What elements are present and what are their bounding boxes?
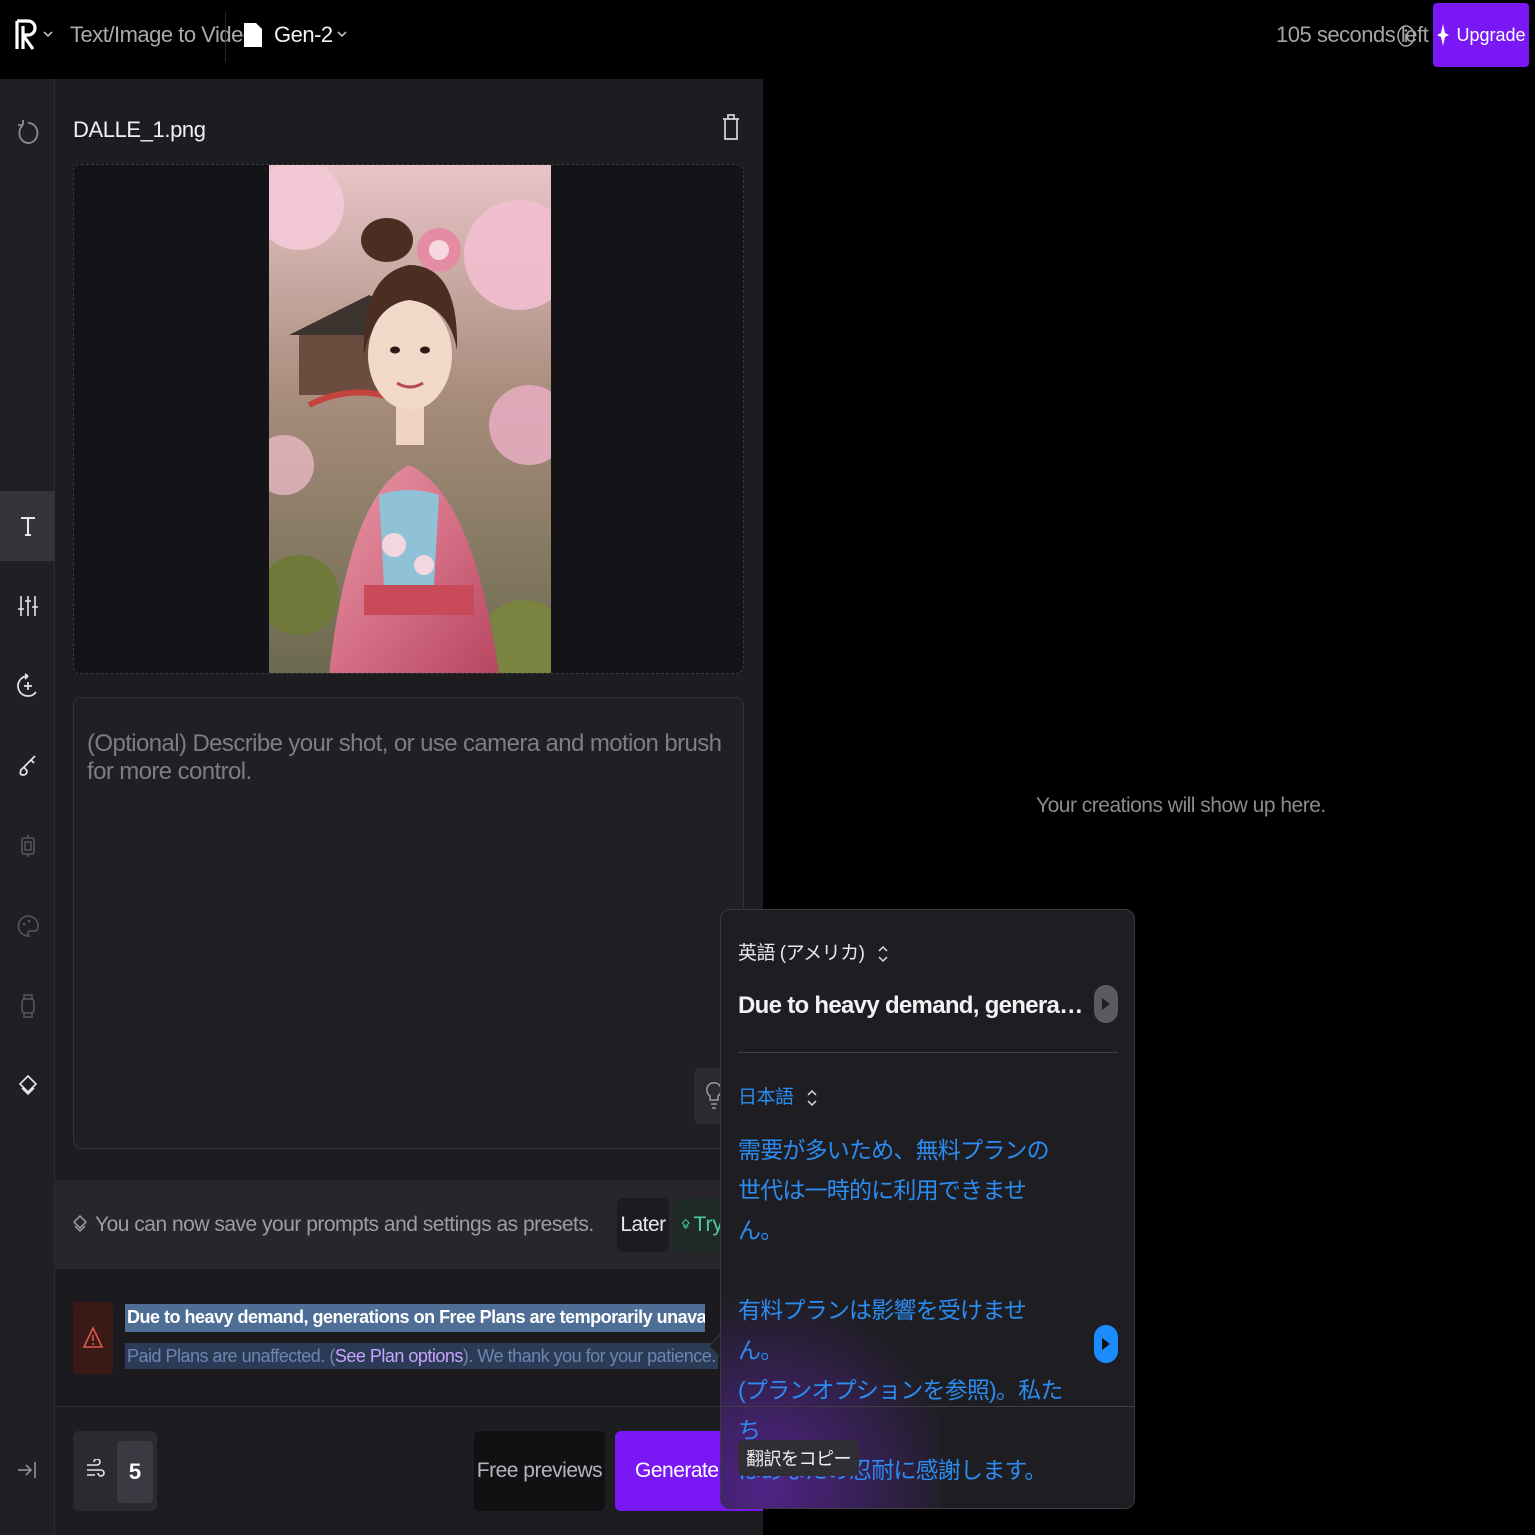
palette-icon — [17, 915, 39, 937]
rail-upscale-tab[interactable] — [0, 811, 55, 881]
plan-options-link[interactable]: See Plan options — [335, 1346, 464, 1366]
rail-text-tab[interactable] — [0, 491, 55, 561]
editor-panel: DALLE_1.png (Optional) Describe your sho… — [55, 79, 763, 1535]
reset-icon — [17, 120, 38, 144]
rail-reset[interactable] — [0, 97, 55, 167]
target-language-select[interactable]: 日本語 — [738, 1082, 818, 1109]
prompt-textarea[interactable]: (Optional) Describe your shot, or use ca… — [73, 697, 744, 1149]
trash-icon[interactable] — [721, 113, 741, 141]
rail-motion-brush-tab[interactable] — [0, 731, 55, 801]
uploaded-image — [269, 165, 551, 673]
upgrade-button[interactable]: Upgrade — [1433, 3, 1529, 67]
later-button[interactable]: Later — [617, 1198, 669, 1252]
alert-icon-container — [73, 1302, 113, 1374]
mode-label[interactable]: Text/Image to Video — [70, 22, 255, 48]
rail-duration-tab[interactable] — [0, 971, 55, 1041]
source-text: Due to heavy demand, generations on Fre.… — [738, 992, 1086, 1019]
divider — [225, 12, 226, 62]
generate-bar: 5 Free previews Generate 4s — [55, 1406, 763, 1535]
translation-popup: 英語 (アメリカ) Due to heavy demand, generatio… — [720, 909, 1135, 1509]
play-icon — [1102, 998, 1110, 1010]
rail-settings-tab[interactable] — [0, 571, 55, 641]
sort-icon — [878, 945, 888, 963]
alert-sub-after: ). We thank you for your patience. — [462, 1346, 716, 1366]
duration-selector[interactable]: 5 — [73, 1431, 157, 1511]
sliders-icon — [17, 596, 38, 616]
collapse-icon[interactable] — [16, 1458, 38, 1482]
try-label: Try — [693, 1213, 723, 1236]
source-speak-button[interactable] — [1094, 985, 1118, 1023]
play-icon — [1102, 1338, 1110, 1350]
chevron-down-icon[interactable] — [42, 28, 54, 40]
file-name: DALLE_1.png — [73, 117, 206, 142]
target-speak-button[interactable] — [1094, 1325, 1118, 1363]
rail-presets-tab[interactable] — [0, 1051, 55, 1121]
try-presets-button[interactable]: Try — [675, 1198, 723, 1252]
copy-translation-button[interactable]: 翻訳をコピー — [738, 1440, 859, 1476]
motion-brush-icon — [18, 755, 36, 776]
prompt-placeholder: (Optional) Describe your shot, or use ca… — [87, 730, 722, 785]
demand-alert: Due to heavy demand, generations on Free… — [55, 1268, 763, 1406]
runway-logo-icon[interactable] — [14, 18, 38, 52]
duration-value[interactable]: 5 — [117, 1441, 153, 1503]
presets-icon — [18, 1074, 37, 1096]
divider — [738, 1052, 1118, 1053]
file-icon — [244, 23, 262, 47]
target-language-label: 日本語 — [738, 1087, 794, 1108]
alert-title: Due to heavy demand, generations on Free… — [125, 1304, 705, 1332]
rail-style-tab[interactable] — [0, 891, 55, 961]
presets-banner: You can now save your prompts and settin… — [55, 1180, 763, 1268]
presets-icon — [681, 1218, 690, 1230]
uploaded-image-dropzone[interactable] — [73, 164, 744, 674]
project-name[interactable]: Gen-2 — [274, 22, 333, 48]
empty-output-message: Your creations will show up here. — [1036, 794, 1326, 817]
chevron-down-icon[interactable] — [336, 28, 348, 40]
wind-icon — [87, 1459, 105, 1477]
translated-text: 需要が多いため、無料プランの 世代は一時的に利用できません。 有料プランは影響を… — [738, 1137, 1063, 1483]
camera-motion-icon — [16, 673, 37, 697]
info-icon[interactable] — [1396, 24, 1416, 48]
top-bar: Text/Image to Video Gen-2 105 seconds le… — [0, 0, 1535, 79]
warning-icon — [82, 1326, 104, 1348]
presets-banner-text: You can now save your prompts and settin… — [95, 1213, 594, 1236]
source-language-select[interactable]: 英語 (アメリカ) — [738, 938, 889, 965]
text-icon — [20, 517, 35, 536]
rail-camera-tab[interactable] — [0, 651, 55, 721]
sparkle-icon — [1437, 24, 1450, 46]
free-previews-button[interactable]: Free previews — [474, 1431, 605, 1511]
upscale-icon — [20, 835, 35, 857]
sort-icon — [807, 1089, 817, 1107]
upgrade-label: Upgrade — [1456, 24, 1526, 45]
tool-rail — [0, 79, 55, 1535]
presets-icon — [73, 1215, 87, 1232]
divider — [721, 1406, 1134, 1407]
alert-subtitle: Paid Plans are unaffected. (See Plan opt… — [125, 1343, 718, 1369]
watch-icon — [20, 994, 35, 1018]
alert-sub-before: Paid Plans are unaffected. ( — [127, 1346, 335, 1366]
source-language-label: 英語 (アメリカ) — [738, 943, 865, 964]
